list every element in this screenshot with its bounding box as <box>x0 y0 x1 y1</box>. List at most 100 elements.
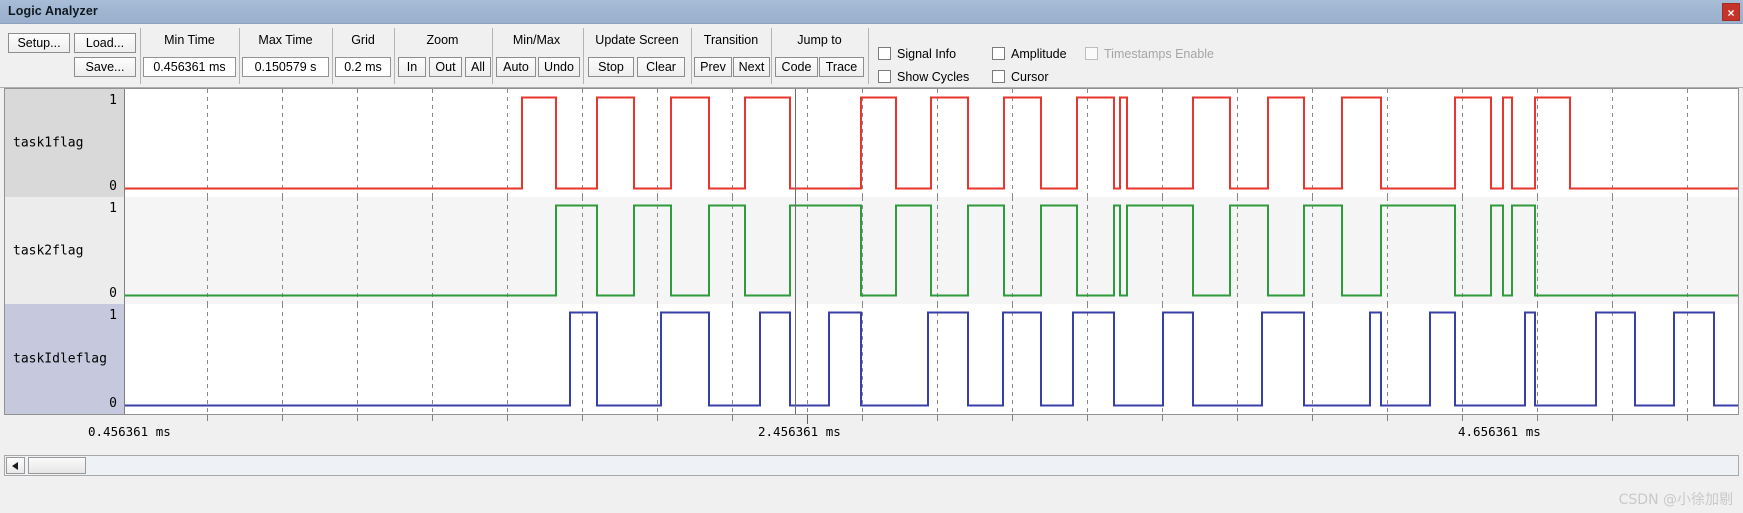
horizontal-scrollbar[interactable] <box>4 455 1739 476</box>
signal-label-cell: 1 taskIdleflag 0 <box>5 304 125 414</box>
waveform-panel[interactable]: 1 task1flag 0 1 task2flag 0 1 taskIdlefl… <box>4 88 1739 415</box>
signal-low-level: 0 <box>109 179 117 194</box>
stop-button[interactable]: Stop <box>588 57 634 77</box>
axis-tick <box>507 415 508 421</box>
amplitude-checkbox-row[interactable]: Amplitude <box>992 46 1067 62</box>
axis-tick <box>282 415 283 421</box>
clear-button[interactable]: Clear <box>637 57 685 77</box>
axis-tick <box>207 415 208 421</box>
cursor-label: Cursor <box>1011 70 1049 84</box>
max-time-group: Max Time 0.150579 s <box>240 24 331 88</box>
axis-tick <box>357 415 358 421</box>
title-bar: Logic Analyzer × <box>0 0 1743 24</box>
minmax-auto-button[interactable]: Auto <box>496 57 536 77</box>
signal-name: task1flag <box>13 135 84 151</box>
axis-tick <box>1087 415 1088 421</box>
show-cycles-checkbox-row[interactable]: Show Cycles <box>878 69 969 85</box>
logic-analyzer-window: Logic Analyzer × Setup... Load... Save..… <box>0 0 1743 513</box>
show-cycles-label: Show Cycles <box>897 70 970 84</box>
signal-high-level: 1 <box>109 201 117 216</box>
update-screen-group: Update Screen Stop Clear <box>584 24 690 88</box>
axis-tick <box>582 415 583 421</box>
jump-to-label: Jump to <box>797 33 842 47</box>
transition-label: Transition <box>703 33 759 47</box>
signal-name: taskIdleflag <box>13 351 107 367</box>
axis-tick <box>1612 415 1613 421</box>
axis-tick <box>432 415 433 421</box>
axis-tick <box>1312 415 1313 421</box>
setup-button[interactable]: Setup... <box>8 33 70 53</box>
signal-low-level: 0 <box>109 286 117 301</box>
amplitude-checkbox[interactable] <box>992 47 1005 60</box>
window-title: Logic Analyzer <box>8 4 98 18</box>
jump-to-group: Jump to Code Trace <box>772 24 867 88</box>
signal-plot-area[interactable] <box>125 89 1738 197</box>
load-button[interactable]: Load... <box>74 33 136 53</box>
axis-tick <box>1387 415 1388 421</box>
zoom-out-button[interactable]: Out <box>429 57 462 77</box>
signal-high-level: 1 <box>109 93 117 108</box>
signal-track-taskIdleflag[interactable]: 1 taskIdleflag 0 <box>5 304 1738 414</box>
signal-high-level: 1 <box>109 308 117 323</box>
signal-track-task1flag[interactable]: 1 task1flag 0 <box>5 89 1738 197</box>
signal-info-label: Signal Info <box>897 47 957 61</box>
cursor-checkbox-row[interactable]: Cursor <box>992 69 1049 85</box>
zoom-all-button[interactable]: All <box>465 57 491 77</box>
transition-prev-button[interactable]: Prev <box>694 57 732 77</box>
timestamps-enable-checkbox-row: Timestamps Enable <box>1085 46 1214 62</box>
timestamps-enable-label: Timestamps Enable <box>1104 47 1214 61</box>
signal-label-cell: 1 task1flag 0 <box>5 89 125 197</box>
scroll-left-icon[interactable] <box>6 457 25 474</box>
watermark: CSDN @小徐加剔 <box>1618 492 1733 508</box>
signal-info-checkbox[interactable] <box>878 47 891 60</box>
signal-track-task2flag[interactable]: 1 task2flag 0 <box>5 197 1738 304</box>
axis-tick <box>1237 415 1238 421</box>
minmax-undo-button[interactable]: Undo <box>538 57 580 77</box>
show-cycles-checkbox[interactable] <box>878 70 891 83</box>
min-time-label: Min Time <box>164 33 215 47</box>
axis-tick <box>1462 415 1463 421</box>
axis-tick <box>732 415 733 421</box>
max-time-label: Max Time <box>258 33 313 47</box>
update-screen-label: Update Screen <box>595 33 679 47</box>
minmax-group: Min/Max Auto Undo <box>493 24 580 88</box>
zoom-group: Zoom In Out All <box>395 24 491 88</box>
axis-tick <box>937 415 938 421</box>
grid-group: Grid 0.2 ms <box>333 24 393 88</box>
axis-tick <box>1012 415 1013 421</box>
scrollbar-thumb[interactable] <box>28 457 86 474</box>
toolbar: Setup... Load... Save... Min Time 0.4563… <box>0 24 1743 88</box>
axis-time-label: 2.456361 ms <box>758 424 841 439</box>
min-time-group: Min Time 0.456361 ms <box>141 24 238 88</box>
jump-to-trace-button[interactable]: Trace <box>819 57 864 77</box>
transition-next-button[interactable]: Next <box>733 57 770 77</box>
minmax-label: Min/Max <box>512 33 561 47</box>
amplitude-label: Amplitude <box>1011 47 1067 61</box>
min-time-field[interactable]: 0.456361 ms <box>143 57 236 77</box>
axis-tick-major <box>807 415 808 424</box>
axis-tick <box>862 415 863 421</box>
axis-tick <box>657 415 658 421</box>
close-icon[interactable]: × <box>1722 3 1740 21</box>
axis-time-label: 4.656361 ms <box>1458 424 1541 439</box>
time-axis: 0.456361 ms 2.456361 ms 4.656361 ms <box>4 415 1739 451</box>
jump-to-code-button[interactable]: Code <box>775 57 818 77</box>
zoom-label: Zoom <box>426 33 459 47</box>
axis-time-label: 0.456361 ms <box>88 424 171 439</box>
axis-tick <box>1162 415 1163 421</box>
signal-info-checkbox-row[interactable]: Signal Info <box>878 46 956 62</box>
file-button-group: Setup... Load... Save... <box>6 24 138 88</box>
signal-plot-area[interactable] <box>125 304 1738 414</box>
signal-name: task2flag <box>13 243 84 258</box>
grid-label: Grid <box>351 33 375 47</box>
axis-tick <box>1687 415 1688 421</box>
signal-low-level: 0 <box>109 396 117 411</box>
save-button[interactable]: Save... <box>74 57 136 77</box>
zoom-in-button[interactable]: In <box>398 57 426 77</box>
transition-group: Transition Prev Next <box>692 24 770 88</box>
cursor-checkbox[interactable] <box>992 70 1005 83</box>
signal-plot-area[interactable] <box>125 197 1738 304</box>
signal-label-cell: 1 task2flag 0 <box>5 197 125 304</box>
grid-field[interactable]: 0.2 ms <box>335 57 391 77</box>
max-time-field[interactable]: 0.150579 s <box>242 57 329 77</box>
